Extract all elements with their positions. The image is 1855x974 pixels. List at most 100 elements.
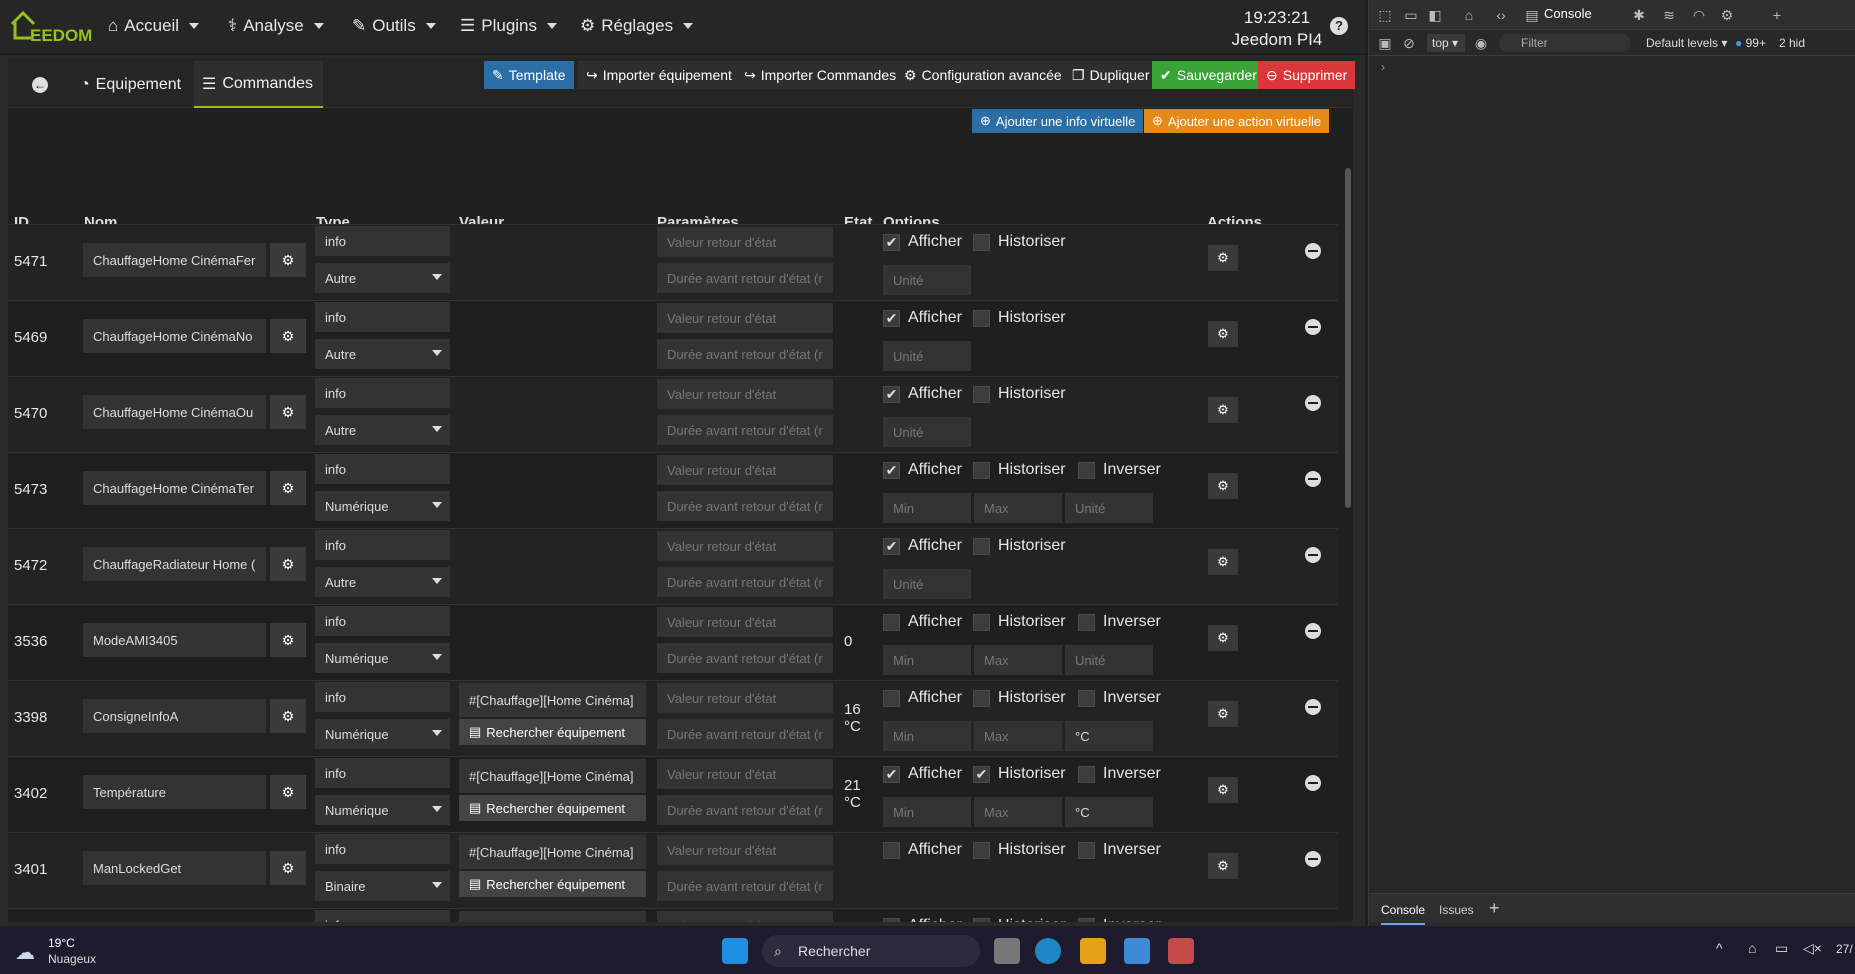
config-button[interactable]: ⚙ — [270, 775, 306, 809]
return-delay-input[interactable]: Durée avant retour d'état (r — [657, 567, 833, 597]
weather-desc[interactable]: Nuageux — [48, 952, 96, 966]
return-value-input[interactable]: Valeur retour d'état — [657, 303, 833, 333]
import-commands-button[interactable]: ↪ Importer Commandes — [736, 61, 905, 89]
cmd-name-input[interactable]: ModeAMI3405 — [83, 623, 266, 657]
cmd-name-input[interactable]: ChauffageHome CinémaNo — [83, 319, 266, 353]
device-icon[interactable]: ▭ — [1403, 7, 1419, 23]
option-afficher[interactable]: Afficher — [883, 841, 962, 859]
volume-icon[interactable]: ◁× — [1803, 940, 1822, 957]
advanced-config-button[interactable]: ⚙ — [1208, 853, 1238, 879]
task-view-icon[interactable] — [994, 938, 1020, 964]
option-historiser[interactable]: Historiser — [973, 917, 1066, 922]
type-select[interactable]: info — [315, 834, 450, 864]
option-afficher[interactable]: ✔ Afficher — [883, 537, 962, 555]
inspect-icon[interactable]: ⬚ — [1377, 7, 1393, 23]
drawer-tab-issues[interactable]: Issues — [1439, 903, 1474, 917]
option-historiser[interactable]: Historiser — [973, 233, 1066, 251]
checkbox[interactable]: ✔ — [973, 765, 990, 783]
option-historiser[interactable]: Historiser — [973, 613, 1066, 631]
remove-command-icon[interactable] — [1305, 319, 1321, 335]
cmd-name-input[interactable]: ManLockedGet — [83, 851, 266, 885]
option-afficher[interactable]: ✔ Afficher — [883, 385, 962, 403]
type-select[interactable]: info — [315, 606, 450, 636]
add-drawer-icon[interactable]: + — [1489, 898, 1500, 919]
checkbox[interactable] — [973, 385, 990, 403]
tab-console[interactable]: Console — [1544, 6, 1592, 21]
checkbox[interactable] — [973, 613, 990, 631]
chevron-up-icon[interactable]: ^ — [1716, 940, 1723, 956]
checkbox[interactable] — [973, 309, 990, 327]
cmd-name-input[interactable]: ChauffageHome CinémaOu — [83, 395, 266, 429]
return-delay-input[interactable]: Durée avant retour d'état (r — [657, 491, 833, 521]
unit-input[interactable]: Unité — [883, 341, 971, 371]
advanced-config-button[interactable]: ⚙ — [1208, 473, 1238, 499]
max-input[interactable]: Max — [974, 721, 1062, 751]
checkbox[interactable] — [1078, 917, 1095, 922]
return-delay-input[interactable]: Durée avant retour d'état (r — [657, 339, 833, 369]
min-input[interactable]: Min — [883, 797, 971, 827]
config-button[interactable]: ⚙ — [270, 547, 306, 581]
subtype-select[interactable]: Numérique — [315, 643, 450, 673]
return-delay-input[interactable]: Durée avant retour d'état (r — [657, 871, 833, 901]
checkbox[interactable] — [1078, 689, 1095, 707]
return-value-input[interactable]: Valeur retour d'état — [657, 455, 833, 485]
unit-input[interactable]: Unité — [883, 569, 971, 599]
console-prompt-icon[interactable]: › — [1381, 60, 1385, 74]
type-select[interactable]: info — [315, 682, 450, 712]
config-button[interactable]: ⚙ — [270, 851, 306, 885]
search-equipment-button[interactable]: ▤ Rechercher équipement — [459, 719, 646, 745]
levels-select[interactable]: Default levels ▾ — [1646, 36, 1727, 50]
checkbox[interactable]: ✔ — [883, 765, 900, 783]
search-equipment-button[interactable]: ▤ Rechercher équipement — [459, 871, 646, 897]
sidebar-icon[interactable]: ▣ — [1377, 35, 1393, 51]
return-delay-input[interactable]: Durée avant retour d'état (r — [657, 795, 833, 825]
remove-command-icon[interactable] — [1305, 243, 1321, 259]
max-input[interactable]: Max — [974, 645, 1062, 675]
return-value-input[interactable]: Valeur retour d'état — [657, 227, 833, 257]
cmd-name-input[interactable]: Température — [83, 775, 266, 809]
type-select[interactable]: info — [315, 758, 450, 788]
checkbox[interactable] — [883, 613, 900, 631]
checkbox[interactable]: ✔ — [883, 385, 900, 403]
subtype-select[interactable]: Numérique — [315, 491, 450, 521]
config-button[interactable]: ⚙ — [270, 319, 306, 353]
option-inverser[interactable]: Inverser — [1078, 461, 1161, 479]
config-button[interactable]: ⚙ — [270, 243, 306, 277]
advanced-config-button[interactable]: ⚙ — [1208, 777, 1238, 803]
checkbox[interactable]: ✔ — [883, 537, 900, 555]
windows-start-icon[interactable] — [722, 938, 748, 964]
vertical-scrollbar[interactable] — [1345, 168, 1351, 508]
return-value-input[interactable]: Valeur retour d'état — [657, 683, 833, 713]
jeedom-logo[interactable]: EEDOM — [8, 6, 92, 46]
config-button[interactable]: ⚙ — [270, 623, 306, 657]
home-app-icon[interactable] — [1080, 938, 1106, 964]
return-delay-input[interactable]: Durée avant retour d'état (r — [657, 643, 833, 673]
unit-input[interactable]: Unité — [1065, 645, 1153, 675]
performance-icon[interactable]: ◠ — [1691, 7, 1707, 23]
drawer-tab-console[interactable]: Console — [1381, 903, 1426, 925]
config-button[interactable]: ⚙ — [270, 395, 306, 429]
option-inverser[interactable]: Inverser — [1078, 689, 1161, 707]
plus-icon[interactable]: + — [1769, 7, 1785, 23]
remove-command-icon[interactable] — [1305, 547, 1321, 563]
network-icon[interactable]: ⌂ — [1748, 940, 1756, 956]
option-afficher[interactable]: Afficher — [883, 689, 962, 707]
remove-command-icon[interactable] — [1305, 395, 1321, 411]
config-button[interactable]: ⚙ — [270, 471, 306, 505]
nav-reglages[interactable]: ⚙ Réglages — [580, 16, 694, 36]
cmd-name-input[interactable]: ChauffageHome CinémaTer — [83, 471, 266, 505]
option-historiser[interactable]: Historiser — [973, 461, 1066, 479]
snipping-icon[interactable] — [1168, 938, 1194, 964]
return-value-input[interactable]: Valeur retour d'état — [657, 379, 833, 409]
cmd-name-input[interactable]: ConsigneInfoA — [83, 699, 266, 733]
remove-command-icon[interactable] — [1305, 623, 1321, 639]
type-select[interactable]: info — [315, 910, 450, 922]
tab-equipement[interactable]: ◔ Equipement — [72, 61, 189, 108]
return-value-input[interactable]: Valeur retour d'état — [657, 911, 833, 922]
remove-command-icon[interactable] — [1305, 851, 1321, 867]
filter-input[interactable]: Filter — [1499, 34, 1631, 52]
context-select[interactable]: top ▾ — [1427, 34, 1465, 52]
max-input[interactable]: Max — [974, 493, 1062, 523]
checkbox[interactable] — [973, 841, 990, 859]
cmd-name-input[interactable]: ChauffageRadiateur Home ( — [83, 547, 266, 581]
